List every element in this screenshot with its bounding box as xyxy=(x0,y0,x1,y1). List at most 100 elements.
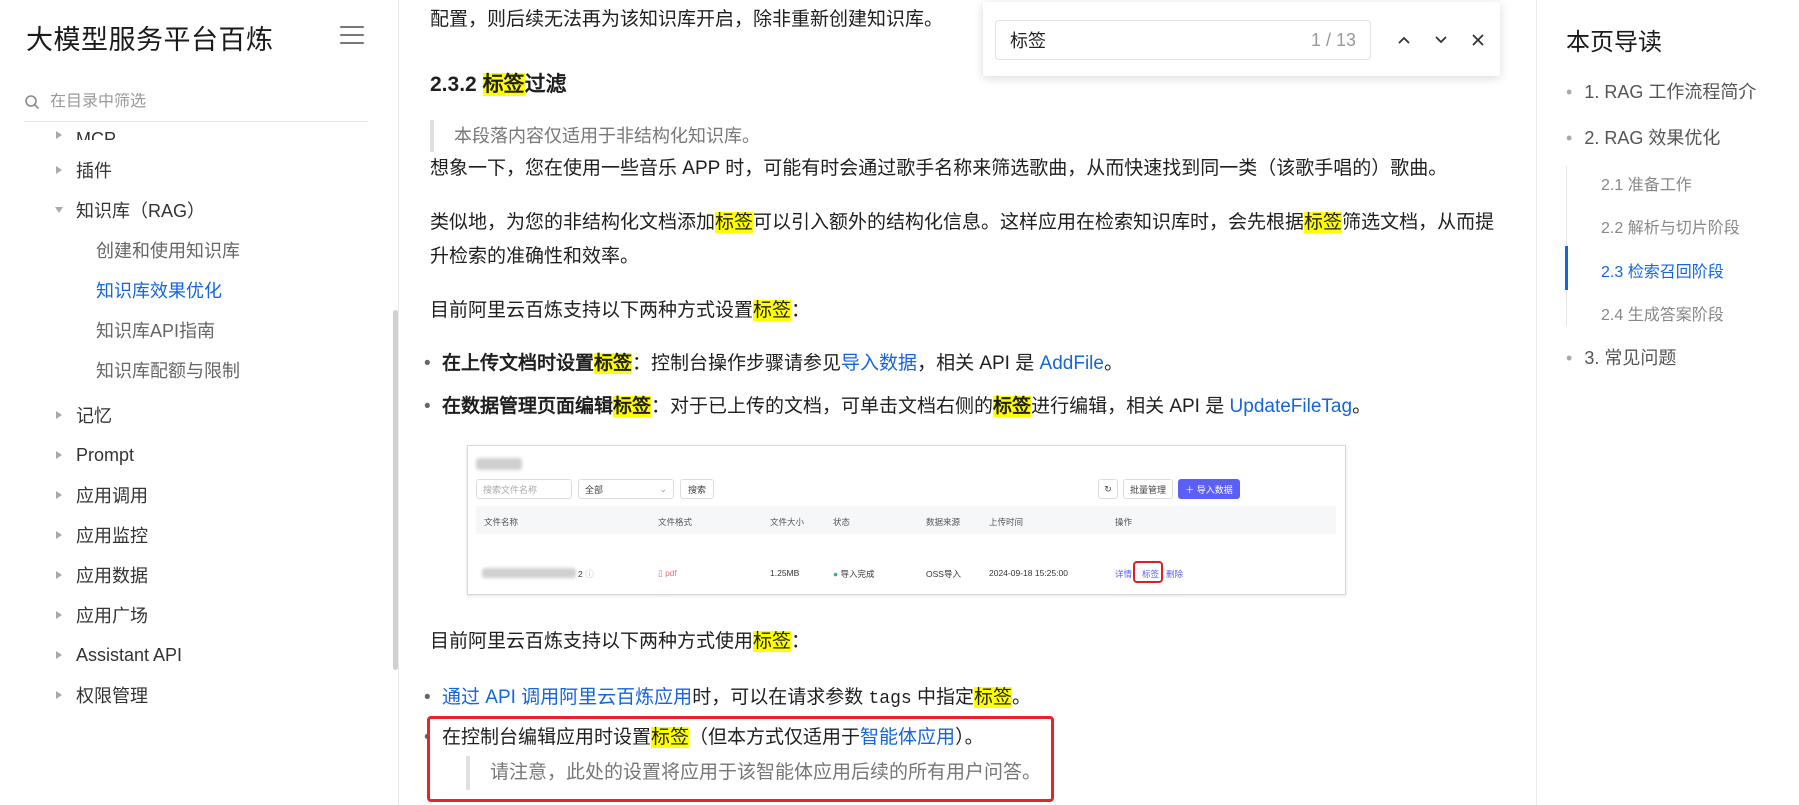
paragraph-2: 类似地，为您的非结构化文档添加标签可以引入额外的结构化信息。这样应用在检索知识库… xyxy=(430,212,1495,267)
match-counter: 1 / 13 xyxy=(1310,29,1356,50)
sidebar-item-permissions[interactable]: 权限管理 xyxy=(0,677,148,713)
search-highlight: 标签 xyxy=(753,300,792,321)
check-circle-icon: ● xyxy=(833,569,839,579)
chevron-down-icon[interactable] xyxy=(1429,28,1453,52)
toc-active-indicator xyxy=(1565,246,1568,290)
annotation-box xyxy=(1133,561,1163,583)
caret-right-icon xyxy=(42,410,76,420)
search-highlight: 标签 xyxy=(613,396,652,417)
sidebar-item-label: 记忆 xyxy=(76,406,112,426)
sidebar-scrollbar[interactable] xyxy=(393,310,398,670)
find-input[interactable]: 标签 1 / 13 xyxy=(995,20,1371,60)
toc-subitem-parsing[interactable]: 2.2 解析与切片阶段 xyxy=(1601,214,1740,238)
sidebar-item-label: 权限管理 xyxy=(76,686,148,706)
sidebar-item-label: Prompt xyxy=(76,444,135,465)
sidebar-item-prompt[interactable]: Prompt xyxy=(0,437,134,473)
blockquote: 本段落内容仅适用于非结构化知识库。 xyxy=(430,120,760,152)
toc-item-faq[interactable]: 3. 常见问题 xyxy=(1566,344,1676,370)
app-title: 大模型服务平台百炼 xyxy=(26,25,274,55)
search-highlight: 标签 xyxy=(973,687,1012,708)
toc-subitem-preparation[interactable]: 2.1 准备工作 xyxy=(1601,171,1692,195)
toc-subitem-generation[interactable]: 2.4 生成答案阶段 xyxy=(1601,301,1724,325)
column-header: 数据来源 xyxy=(926,517,961,527)
sidebar-subitem-kb-optimization[interactable]: 知识库效果优化 xyxy=(96,272,222,308)
caret-right-icon xyxy=(42,130,76,140)
sidebar-item-app-square[interactable]: 应用广场 xyxy=(0,597,148,633)
sidebar: 大模型服务平台百炼 MCP 插件 知识库（RAG） 创建和使用知识库 知识库效果… xyxy=(0,0,399,805)
shot-cell-format: ▯ pdf xyxy=(658,568,677,578)
shot-filter-select: 全部 ⌄ xyxy=(578,479,674,499)
sidebar-item-label: 应用调用 xyxy=(76,486,148,506)
sidebar-filter xyxy=(24,82,368,122)
paragraph-1: 想象一下，您在使用一些音乐 APP 时，可能有时会通过歌手名称来筛选歌曲，从而快… xyxy=(430,158,1448,179)
sidebar-item-plugins[interactable]: 插件 xyxy=(0,152,112,188)
shot-op-delete: 删除 xyxy=(1166,569,1184,579)
paragraph-3: 目前阿里云百炼支持以下两种方式设置标签： xyxy=(430,300,811,321)
column-header: 文件大小 xyxy=(770,517,805,527)
shot-cell-status: ● 导入完成 xyxy=(833,569,875,579)
shot-search-input: 搜索文件名称 xyxy=(476,479,572,499)
toc-item-rag-intro[interactable]: 1. RAG 工作流程简介 xyxy=(1566,78,1756,104)
caret-right-icon xyxy=(42,450,76,460)
api-call-app-link[interactable]: 通过 API 调用阿里云百炼应用 xyxy=(442,687,692,708)
search-icon xyxy=(25,94,40,109)
sidebar-item-mcp[interactable]: MCP xyxy=(0,122,116,140)
addfile-api-link[interactable]: AddFile xyxy=(1040,353,1104,374)
sidebar-subitem-create-kb[interactable]: 创建和使用知识库 xyxy=(96,232,240,268)
list-item: 在数据管理页面编辑标签：对于已上传的文档，可单击文档右侧的标签进行编辑，相关 A… xyxy=(424,392,1371,422)
caret-right-icon xyxy=(42,690,76,700)
updatefiletag-api-link[interactable]: UpdateFileTag xyxy=(1230,396,1353,417)
context-line: 配置，则后续无法再为该知识库开启，除非重新创建知识库。 xyxy=(430,9,944,30)
menu-icon[interactable] xyxy=(340,24,366,46)
search-highlight: 标签 xyxy=(1304,212,1343,233)
shot-cell-source: OSS导入 xyxy=(926,569,961,579)
blurred-title xyxy=(476,458,522,470)
embedded-screenshot: 搜索文件名称 全部 ⌄ 搜索 ↻ 批量管理 ＋ 导入数据 文件名称 文件格式 文件… xyxy=(467,445,1346,595)
toc-item-rag-optimization[interactable]: 2. RAG 效果优化 xyxy=(1566,124,1720,150)
sidebar-subitem-kb-quota[interactable]: 知识库配额与限制 xyxy=(96,352,240,388)
close-icon[interactable] xyxy=(1466,28,1490,52)
column-header: 文件名称 xyxy=(484,517,519,527)
column-header: 状态 xyxy=(833,517,851,527)
search-highlight: 标签 xyxy=(993,396,1032,417)
list-item: 通过 API 调用阿里云百炼应用时，可以在请求参数 tags 中指定标签。 xyxy=(424,683,1031,714)
caret-right-icon xyxy=(42,610,76,620)
sidebar-item-app-monitoring[interactable]: 应用监控 xyxy=(0,517,148,553)
sidebar-item-app-invocation[interactable]: 应用调用 xyxy=(0,477,148,513)
shot-import-button: ＋ 导入数据 xyxy=(1178,479,1240,499)
table-of-contents: 本页导读 1. RAG 工作流程简介 2. RAG 效果优化 2.1 准备工作 … xyxy=(1536,0,1799,805)
list-item: 在上传文档时设置标签：控制台操作步骤请参见导入数据，相关 API 是 AddFi… xyxy=(424,349,1123,379)
shot-batch-button: 批量管理 xyxy=(1123,479,1173,499)
search-highlight: 标签 xyxy=(594,353,633,374)
sidebar-subitem-kb-api[interactable]: 知识库API指南 xyxy=(96,312,215,348)
shot-op-detail: 详情 xyxy=(1115,569,1133,579)
sidebar-item-label: 知识库（RAG） xyxy=(76,201,206,221)
shot-cell-name: 2 ⓘ xyxy=(578,569,594,579)
find-query[interactable]: 标签 xyxy=(1010,27,1311,53)
caret-right-icon xyxy=(42,570,76,580)
sidebar-item-app-data[interactable]: 应用数据 xyxy=(0,557,148,593)
search-highlight: 标签 xyxy=(715,212,754,233)
toc-title: 本页导读 xyxy=(1566,29,1662,56)
sidebar-filter-input[interactable] xyxy=(50,92,340,111)
sidebar-item-knowledge-base[interactable]: 知识库（RAG） xyxy=(0,192,205,228)
section-heading: 2.3.2 标签过滤 xyxy=(430,73,567,96)
import-data-link[interactable]: 导入数据 xyxy=(841,353,917,374)
toc-subitem-retrieval[interactable]: 2.3 检索召回阶段 xyxy=(1601,258,1724,282)
caret-right-icon xyxy=(42,165,76,175)
caret-right-icon xyxy=(42,650,76,660)
sidebar-item-label: 插件 xyxy=(76,161,112,181)
sidebar-item-label: 应用数据 xyxy=(76,566,148,586)
plus-icon: ＋ xyxy=(1185,484,1195,495)
sidebar-item-memory[interactable]: 记忆 xyxy=(0,397,112,433)
sidebar-item-assistant-api[interactable]: Assistant API xyxy=(0,637,182,673)
main-content: 配置，则后续无法再为该知识库开启，除非重新创建知识库。 2.3.2 标签过滤 本… xyxy=(400,0,1536,805)
chevron-down-icon: ⌄ xyxy=(659,483,667,494)
search-highlight: 标签 xyxy=(482,73,525,96)
caret-right-icon xyxy=(42,530,76,540)
column-header: 上传时间 xyxy=(989,517,1024,527)
shot-cell-time: 2024-09-18 15:25:00 xyxy=(989,568,1068,578)
annotation-box xyxy=(427,716,1054,802)
chevron-up-icon[interactable] xyxy=(1392,28,1416,52)
pdf-icon: ▯ xyxy=(658,568,663,578)
